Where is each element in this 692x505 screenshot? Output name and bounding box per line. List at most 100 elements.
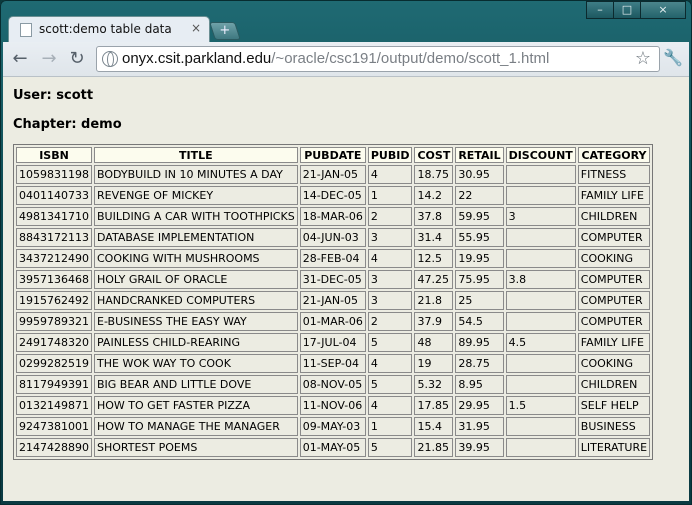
cell-retail: 25 [455, 291, 504, 310]
cell-cost: 19 [414, 354, 454, 373]
browser-toolbar: ← → ↻ onyx.csit.parkland.edu/~oracle/csc… [3, 42, 689, 77]
cell-pubdate: 01-MAY-05 [299, 438, 366, 457]
cell-isbn: 2491748320 [16, 333, 92, 352]
column-header-retail: RETAIL [455, 147, 504, 163]
tab-title: scott:demo table data [39, 22, 172, 36]
cell-discount [505, 354, 576, 373]
minimize-button[interactable]: – [586, 1, 614, 19]
bookmark-star-icon[interactable]: ☆ [635, 48, 651, 69]
cell-discount [505, 438, 576, 457]
forward-icon[interactable]: → [39, 49, 59, 69]
cell-pubid: 3 [367, 228, 413, 247]
cell-pubid: 1 [367, 417, 413, 436]
address-bar[interactable]: onyx.csit.parkland.edu/~oracle/csc191/ou… [96, 46, 660, 72]
cell-pubdate: 01-MAR-06 [299, 312, 366, 331]
cell-pubid: 4 [367, 396, 413, 415]
cell-category: COOKING [577, 354, 651, 373]
column-header-isbn: ISBN [16, 147, 92, 163]
cell-pubid: 5 [367, 333, 413, 352]
cell-pubid: 4 [367, 354, 413, 373]
cell-title: BIG BEAR AND LITTLE DOVE [94, 375, 298, 394]
cell-category: COMPUTER [577, 291, 651, 310]
cell-isbn: 9959789321 [16, 312, 92, 331]
chapter-heading: Chapter: demo [13, 117, 122, 132]
cell-pubdate: 11-NOV-06 [299, 396, 366, 415]
cell-cost: 5.32 [414, 375, 454, 394]
cell-cost: 21.85 [414, 438, 454, 457]
cell-isbn: 8843172113 [16, 228, 92, 247]
browser-window: – □ × scott:demo table data × + ← → ↻ on… [0, 0, 692, 505]
maximize-button[interactable]: □ [613, 1, 641, 19]
tab-close-icon[interactable]: × [191, 21, 201, 35]
cell-discount [505, 165, 576, 184]
cell-category: FITNESS [577, 165, 651, 184]
page-icon [20, 23, 32, 37]
cell-retail: 30.95 [455, 165, 504, 184]
cell-isbn: 9247381001 [16, 417, 92, 436]
cell-pubid: 3 [367, 291, 413, 310]
cell-title: HOLY GRAIL OF ORACLE [94, 270, 298, 289]
cell-pubid: 5 [367, 438, 413, 457]
cell-cost: 37.8 [414, 207, 454, 226]
user-heading: User: scott [13, 88, 94, 103]
cell-retail: 89.95 [455, 333, 504, 352]
cell-isbn: 0299282519 [16, 354, 92, 373]
cell-title: REVENGE OF MICKEY [94, 186, 298, 205]
cell-category: SELF HELP [577, 396, 651, 415]
cell-category: COMPUTER [577, 312, 651, 331]
close-window-button[interactable]: × [640, 1, 686, 19]
cell-category: FAMILY LIFE [577, 186, 651, 205]
cell-cost: 15.4 [414, 417, 454, 436]
table-row: 9247381001 HOW TO MANAGE THE MANAGER 09-MA… [16, 417, 651, 436]
column-header-pubdate: PUBDATE [299, 147, 366, 163]
table-row: 8117949391 BIG BEAR AND LITTLE DOVE 08-NOV… [16, 375, 651, 394]
cell-isbn: 8117949391 [16, 375, 92, 394]
cell-retail: 54.5 [455, 312, 504, 331]
page-content: User: scott Chapter: demo ISBN TITLE PUBDA… [3, 77, 689, 501]
cell-discount: 3 [505, 207, 576, 226]
url-path: /~oracle/csc191/output/demo/scott_1.html [271, 50, 550, 67]
cell-pubdate: 14-DEC-05 [299, 186, 366, 205]
table-row: 1915762492 HANDCRANKED COMPUTERS 21-JAN-05… [16, 291, 651, 310]
table-row: 4981341710 BUILDING A CAR WITH TOOTHPICKS… [16, 207, 651, 226]
cell-pubid: 5 [367, 375, 413, 394]
cell-category: COMPUTER [577, 228, 651, 247]
back-icon[interactable]: ← [10, 49, 30, 69]
reload-icon[interactable]: ↻ [67, 49, 87, 69]
cell-pubid: 4 [367, 165, 413, 184]
cell-discount [505, 186, 576, 205]
column-header-discount: DISCOUNT [505, 147, 576, 163]
cell-discount: 3.8 [505, 270, 576, 289]
cell-category: FAMILY LIFE [577, 333, 651, 352]
table-row: 9959789321 E-BUSINESS THE EASY WAY 01-MAR-… [16, 312, 651, 331]
cell-pubdate: 11-SEP-04 [299, 354, 366, 373]
table-body: 1059831198 BODYBUILD IN 10 MINUTES A DAY 2… [16, 165, 651, 457]
cell-isbn: 4981341710 [16, 207, 92, 226]
table-row: 1059831198 BODYBUILD IN 10 MINUTES A DAY 2… [16, 165, 651, 184]
cell-discount [505, 312, 576, 331]
wrench-menu-icon[interactable]: 🔧 [663, 48, 683, 68]
cell-title: HOW TO MANAGE THE MANAGER [94, 417, 298, 436]
cell-retail: 28.75 [455, 354, 504, 373]
cell-isbn: 0401140733 [16, 186, 92, 205]
cell-cost: 21.8 [414, 291, 454, 310]
table-row: 3437212490 COOKING WITH MUSHROOMS 28-FEB-0… [16, 249, 651, 268]
cell-discount [505, 375, 576, 394]
cell-cost: 47.25 [414, 270, 454, 289]
cell-cost: 37.9 [414, 312, 454, 331]
cell-isbn: 2147428890 [16, 438, 92, 457]
table-row: 0132149871 HOW TO GET FASTER PIZZA 11-NOV-… [16, 396, 651, 415]
browser-tab[interactable]: scott:demo table data × [8, 16, 210, 43]
cell-category: COMPUTER [577, 270, 651, 289]
cell-cost: 17.85 [414, 396, 454, 415]
cell-category: LITERATURE [577, 438, 651, 457]
cell-pubid: 1 [367, 186, 413, 205]
url-text: onyx.csit.parkland.edu/~oracle/csc191/ou… [122, 50, 549, 67]
cell-isbn: 0132149871 [16, 396, 92, 415]
cell-retail: 55.95 [455, 228, 504, 247]
new-tab-button[interactable]: + [209, 22, 241, 40]
table-row: 0299282519 THE WOK WAY TO COOK 11-SEP-04 4 1… [16, 354, 651, 373]
table-row: 2491748320 PAINLESS CHILD-REARING 17-JUL-0… [16, 333, 651, 352]
cell-isbn: 1059831198 [16, 165, 92, 184]
url-host: onyx.csit.parkland.edu [122, 50, 272, 67]
